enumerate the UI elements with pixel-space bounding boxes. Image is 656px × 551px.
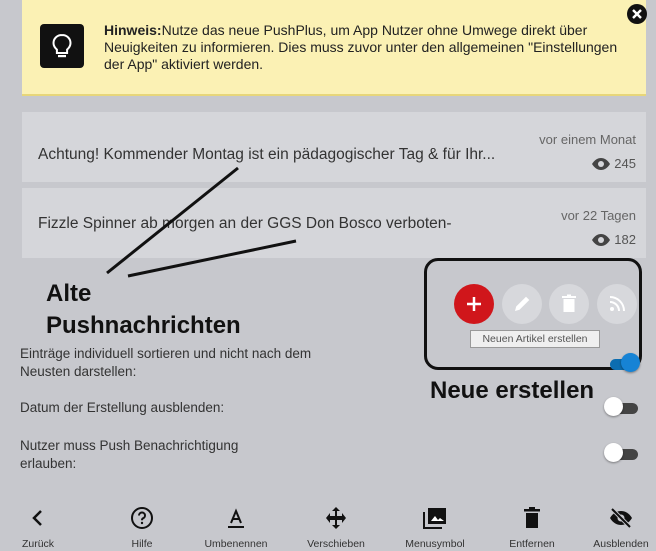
chevron-left-icon: [32, 510, 42, 526]
help-icon: [131, 507, 153, 529]
edit-button[interactable]: [502, 284, 542, 324]
remove-button[interactable]: Entfernen: [492, 500, 572, 550]
help-button[interactable]: Hilfe: [102, 500, 182, 550]
trash-icon: [524, 507, 540, 528]
back-button[interactable]: Zurück: [0, 500, 78, 550]
setting-label: Datum der Erstellung ausblenden:: [20, 400, 225, 415]
delete-button[interactable]: [549, 284, 589, 324]
push-permission-toggle[interactable]: [604, 443, 638, 462]
move-icon: [326, 507, 346, 529]
move-button[interactable]: Verschieben: [296, 500, 376, 550]
photo-library-icon: [423, 508, 446, 529]
hide-date-toggle[interactable]: [604, 397, 638, 416]
text-format-icon: [228, 508, 244, 528]
rename-button[interactable]: Umbenennen: [196, 500, 276, 550]
sort-toggle[interactable]: [604, 353, 640, 372]
setting-label: Einträge individuell sortieren und nicht…: [20, 346, 312, 379]
eye-off-icon: [610, 507, 632, 529]
rss-icon: [609, 296, 625, 312]
setting-label: Nutzer muss Push Benachrichtigung erlaub…: [20, 438, 239, 471]
hide-button[interactable]: Ausblenden: [581, 500, 656, 550]
annotation-alte: Alte: [46, 280, 92, 307]
trash-icon: [562, 294, 576, 312]
add-article-button[interactable]: [454, 284, 494, 324]
plus-icon: [467, 297, 481, 311]
tooltip: Neuen Artikel erstellen: [470, 330, 600, 348]
bottom-toolbar: Zurück Hilfe Umbenennen Verschieben Menu…: [0, 500, 656, 551]
annotation-pushnachrichten: Pushnachrichten: [46, 312, 241, 339]
menu-icon-button[interactable]: Menusymbol: [395, 500, 475, 550]
action-buttons-highlight: [424, 258, 642, 370]
feed-button[interactable]: [597, 284, 637, 324]
pencil-icon: [515, 296, 530, 311]
annotation-neue-erstellen: Neue erstellen: [430, 377, 595, 404]
